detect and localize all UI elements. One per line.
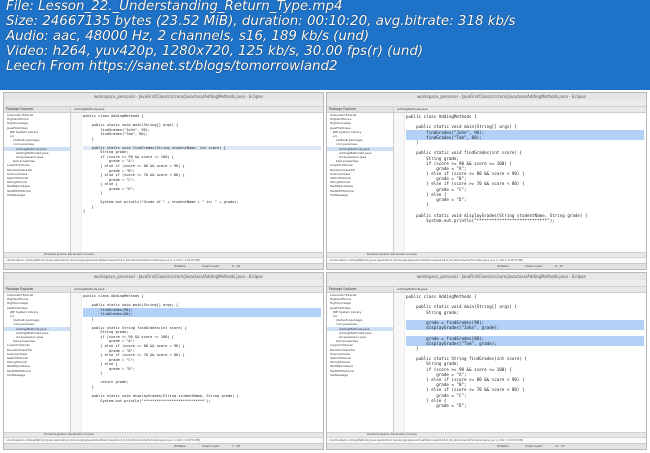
code-line: System.out.println("********************…	[406, 217, 555, 223]
code-lines: public class AddingMethods { public stat…	[406, 114, 644, 223]
explorer-item[interactable]: VarMessage	[327, 373, 393, 377]
status-insert: Smart Insert	[202, 264, 220, 268]
thumbnail: workspace_personal - JavaFirstClass/src/…	[3, 92, 324, 270]
audio-line: Audio: aac, 48000 Hz, 2 channels, s16, 1…	[6, 28, 370, 44]
status-writable: Writable	[497, 264, 509, 268]
code-lines: public class AddingMethods { public stat…	[406, 294, 644, 408]
status-position: 11 : 47	[555, 444, 565, 448]
thumbnail: workspace_personal - JavaFirstClass/src/…	[326, 272, 647, 450]
editor-tab[interactable]: AddingMethods.java	[394, 107, 646, 113]
window-title: workspace_personal - JavaFirstClass/src/…	[417, 94, 586, 99]
explorer-item[interactable]: VarMessage	[327, 193, 393, 197]
package-explorer: Package Explorer CalculatorTutorial HighGo…	[327, 287, 394, 433]
line-gutter	[71, 293, 82, 433]
thumbnail: workspace_personal - JavaFirstClass/src/…	[326, 92, 647, 270]
code-editor[interactable]: AddingMethods.java public class AddingMet…	[394, 107, 646, 253]
status-writable: Writable	[497, 444, 509, 448]
window-title: workspace_personal - JavaFirstClass/src/…	[417, 274, 586, 279]
line-gutter	[394, 293, 405, 433]
window-controls[interactable]	[7, 95, 19, 110]
status-position: 6 : 29	[232, 264, 241, 268]
explorer-item[interactable]: VarMessage	[4, 193, 70, 197]
ide-toolbar[interactable]	[327, 280, 646, 287]
ide-toolbar[interactable]	[327, 100, 646, 107]
thumbnail-grid: workspace_personal - JavaFirstClass/src/…	[0, 90, 650, 453]
code-editor[interactable]: AddingMethods.java public class AddingMet…	[394, 287, 646, 433]
video-line: Video: h264, yuv420p, 1280x720, 125 kb/s…	[6, 43, 424, 59]
editor-tab[interactable]: AddingMethods.java	[71, 287, 323, 293]
status-writable: Writable	[174, 444, 186, 448]
line-gutter	[394, 113, 405, 253]
size-line: Size: 24667135 bytes (23.52 MiB), durati…	[6, 13, 516, 29]
file-line: File: Lesson_22._Understanding_Return_Ty…	[6, 0, 343, 14]
leech-line: Leech From https://sanet.st/blogs/tomorr…	[6, 58, 338, 74]
window-title: workspace_personal - JavaFirstClass/src/…	[94, 94, 263, 99]
status-insert: Smart Insert	[525, 264, 543, 268]
window-controls[interactable]	[330, 275, 342, 290]
window-title: workspace_personal - JavaFirstClass/src/…	[94, 274, 263, 279]
window-controls[interactable]	[330, 95, 342, 110]
code-editor[interactable]: AddingMethods.java public class AddingMet…	[71, 287, 323, 433]
package-explorer: Package Explorer CalculatorTutorial HighGo…	[4, 107, 71, 253]
line-gutter	[71, 113, 82, 253]
package-explorer: Package Explorer CalculatorTutorial HighGo…	[4, 287, 71, 433]
explorer-item[interactable]: VarMessage	[4, 373, 70, 377]
code-line: grade = "D";	[406, 402, 467, 408]
code-line: }	[83, 209, 86, 214]
code-editor[interactable]: AddingMethods.java public class AddingMet…	[71, 107, 323, 253]
code-lines: public class AddingMethods { public stat…	[83, 114, 321, 214]
media-info: File: Lesson_22._Understanding_Return_Ty…	[6, 0, 646, 74]
code-lines: public class AddingMethods { public stat…	[83, 294, 321, 403]
ide-toolbar[interactable]	[4, 280, 323, 287]
thumbnail: workspace_personal - JavaFirstClass/src/…	[3, 272, 324, 450]
package-explorer: Package Explorer CalculatorTutorial HighGo…	[327, 107, 394, 253]
status-position: 6 : 43	[555, 264, 564, 268]
status-writable: Writable	[174, 264, 186, 268]
status-bar: Writable Smart Insert 11 : 47	[327, 443, 646, 449]
status-bar: Writable Smart Insert 6 : 29	[4, 263, 323, 269]
editor-tab[interactable]: AddingMethods.java	[394, 287, 646, 293]
status-insert: Smart Insert	[202, 444, 220, 448]
code-line: System.out.println("********************…	[83, 398, 211, 403]
window-controls[interactable]	[7, 275, 19, 290]
status-position: 7 : 24	[232, 444, 241, 448]
status-bar: Writable Smart Insert 6 : 43	[327, 263, 646, 269]
status-insert: Smart Insert	[525, 444, 543, 448]
ide-toolbar[interactable]	[4, 100, 323, 107]
status-bar: Writable Smart Insert 7 : 24	[4, 443, 323, 449]
editor-tab[interactable]: AddingMethods.java	[71, 107, 323, 113]
